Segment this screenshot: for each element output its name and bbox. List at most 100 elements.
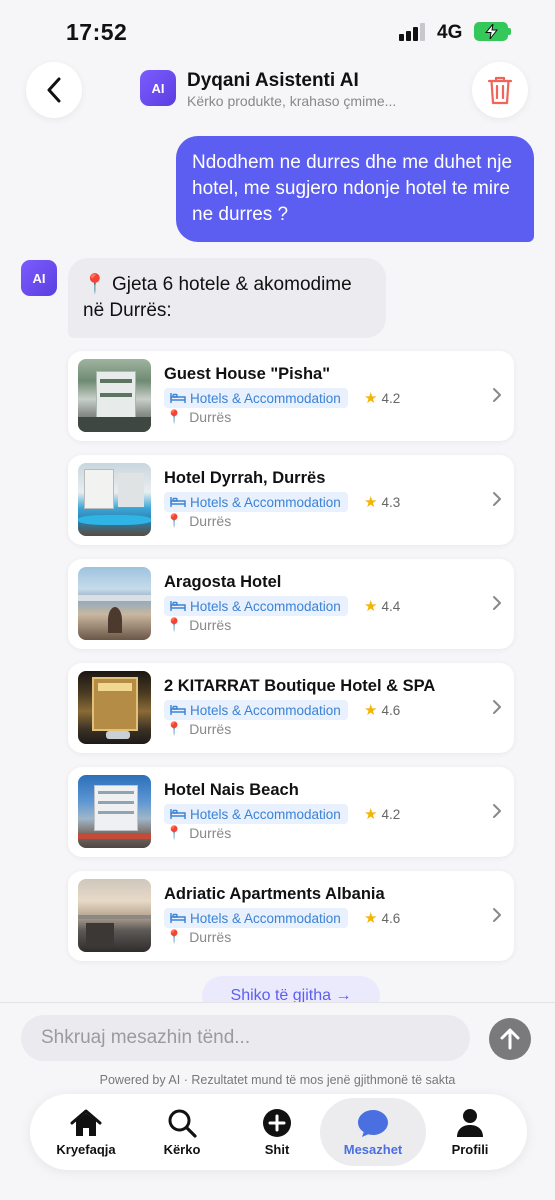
tab-label: Kryefaqja xyxy=(56,1141,116,1157)
pin-icon: 📍 xyxy=(166,929,183,944)
delete-chat-button[interactable] xyxy=(472,62,528,118)
rating-value: 4.2 xyxy=(381,806,401,822)
plus-circle-icon xyxy=(263,1108,291,1137)
see-all-button[interactable]: Shiko të gjitha → xyxy=(202,976,380,1002)
hotel-card[interactable]: 2 KITARRAT Boutique Hotel & SPA Hotels &… xyxy=(68,663,514,753)
hotel-category: Hotels & Accommodation xyxy=(190,806,341,822)
pin-icon: 📍 xyxy=(166,721,183,736)
location-text: Durrës xyxy=(189,825,232,841)
rating-value: 4.4 xyxy=(381,598,401,614)
star-icon: ★ xyxy=(364,806,378,823)
tab-sell[interactable]: Shit xyxy=(239,1098,315,1166)
chat-thread[interactable]: Ndodhem ne durres dhe me duhet nje hotel… xyxy=(0,122,555,1002)
star-icon: ★ xyxy=(364,494,378,511)
hotel-photo xyxy=(78,671,151,744)
bed-icon xyxy=(170,913,186,923)
hotel-name: Aragosta Hotel xyxy=(164,573,282,591)
chat-subtitle: Kërko produkte, krahaso çmime... xyxy=(187,93,397,109)
hotel-location: 📍 Durrës xyxy=(166,825,231,841)
hotel-name: Hotel Dyrrah, Durrës xyxy=(164,469,326,487)
hotel-card[interactable]: Hotel Dyrrah, Durrës Hotels & Accommodat… xyxy=(68,455,514,545)
bed-icon xyxy=(170,809,186,819)
pin-icon: 📍 xyxy=(166,409,183,424)
hotel-photo xyxy=(78,359,151,432)
hotel-card[interactable]: Aragosta Hotel Hotels & Accommodation ★ … xyxy=(68,559,514,649)
location-text: Durrës xyxy=(189,929,232,945)
back-button[interactable] xyxy=(26,62,82,118)
location-text: Durrës xyxy=(189,409,232,425)
hotel-location: 📍 Durrës xyxy=(166,513,231,529)
hotel-photo xyxy=(78,567,151,640)
ai-avatar: AI xyxy=(21,260,57,296)
hotel-photo xyxy=(78,463,151,536)
hotel-location: 📍 Durrës xyxy=(166,409,231,425)
pin-icon: 📍 xyxy=(83,274,107,295)
chat-title: Dyqani Asistenti AI xyxy=(187,70,359,91)
hotel-category: Hotels & Accommodation xyxy=(190,702,341,718)
message-input[interactable] xyxy=(21,1015,470,1061)
hotel-rating: ★ 4.6 xyxy=(364,701,400,719)
location-text: Durrës xyxy=(189,721,232,737)
bottom-tab-bar: Kryefaqja Kërko Shit Mesazhet Profili xyxy=(30,1094,527,1170)
arrow-up-icon xyxy=(500,1028,520,1050)
ai-message: 📍 Gjeta 6 hotele & akomodime në Durrës: xyxy=(68,258,386,338)
chat-header: AI Dyqani Asistenti AI Kërko produkte, k… xyxy=(0,62,555,122)
tab-profile[interactable]: Profili xyxy=(432,1098,508,1166)
tab-search[interactable]: Kërko xyxy=(144,1098,220,1166)
tab-label: Shit xyxy=(264,1141,290,1157)
hotel-category-badge: Hotels & Accommodation xyxy=(164,388,348,408)
rating-value: 4.3 xyxy=(381,494,401,510)
hotel-name: Guest House "Pisha" xyxy=(164,365,331,383)
search-icon xyxy=(168,1109,197,1138)
bed-icon xyxy=(170,601,186,611)
rating-value: 4.2 xyxy=(381,390,401,406)
bed-icon xyxy=(170,705,186,715)
chevron-right-icon xyxy=(493,492,501,506)
tab-messages[interactable]: Mesazhet xyxy=(320,1098,426,1166)
hotel-name: Adriatic Apartments Albania xyxy=(164,885,385,903)
star-icon: ★ xyxy=(364,598,378,615)
hotel-card[interactable]: Guest House "Pisha" Hotels & Accommodati… xyxy=(68,351,514,441)
hotel-name: Hotel Nais Beach xyxy=(164,781,299,799)
star-icon: ★ xyxy=(364,910,378,927)
tab-home[interactable]: Kryefaqja xyxy=(48,1098,124,1166)
hotel-rating: ★ 4.3 xyxy=(364,493,400,511)
tab-label: Profili xyxy=(451,1141,489,1157)
bed-icon xyxy=(170,393,186,403)
hotel-category-badge: Hotels & Accommodation xyxy=(164,804,348,824)
hotel-card[interactable]: Adriatic Apartments Albania Hotels & Acc… xyxy=(68,871,514,961)
hotel-photo xyxy=(78,775,151,848)
rating-value: 4.6 xyxy=(381,910,401,926)
hotel-location: 📍 Durrës xyxy=(166,929,231,945)
hotel-category-badge: Hotels & Accommodation xyxy=(164,700,348,720)
hotel-location: 📍 Durrës xyxy=(166,617,231,633)
home-icon xyxy=(70,1109,102,1136)
bed-icon xyxy=(170,497,186,507)
hotel-rating: ★ 4.2 xyxy=(364,389,400,407)
chat-bubble-icon xyxy=(358,1109,388,1137)
battery-charging-icon xyxy=(474,22,511,41)
hotel-name: 2 KITARRAT Boutique Hotel & SPA xyxy=(164,677,436,695)
hotel-rating: ★ 4.2 xyxy=(364,805,400,823)
hotel-card[interactable]: Hotel Nais Beach Hotels & Accommodation … xyxy=(68,767,514,857)
hotel-category: Hotels & Accommodation xyxy=(190,390,341,406)
rating-value: 4.6 xyxy=(381,702,401,718)
hotel-category: Hotels & Accommodation xyxy=(190,494,341,510)
hotel-category: Hotels & Accommodation xyxy=(190,910,341,926)
star-icon: ★ xyxy=(364,702,378,719)
tab-label: Mesazhet xyxy=(343,1141,403,1157)
cellular-signal-icon xyxy=(399,23,427,41)
chevron-right-icon xyxy=(493,596,501,610)
star-icon: ★ xyxy=(364,390,378,407)
location-text: Durrës xyxy=(189,617,232,633)
assistant-avatar: AI xyxy=(140,70,176,106)
ai-disclaimer: Powered by AI · Rezultatet mund të mos j… xyxy=(99,1073,456,1087)
send-button[interactable] xyxy=(489,1018,531,1060)
chevron-right-icon xyxy=(493,388,501,402)
hotel-category-badge: Hotels & Accommodation xyxy=(164,596,348,616)
trash-icon xyxy=(487,76,513,105)
chevron-right-icon xyxy=(493,804,501,818)
hotel-photo xyxy=(78,879,151,952)
status-bar: 17:52 4G xyxy=(0,0,555,62)
tab-label: Kërko xyxy=(163,1141,201,1157)
